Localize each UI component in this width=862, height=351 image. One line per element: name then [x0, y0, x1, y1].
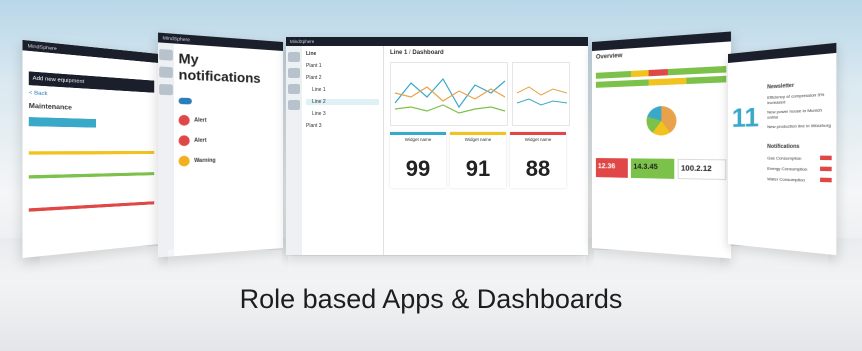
status-bar-red: [28, 201, 155, 212]
line-chart-widget: [390, 62, 508, 126]
kpi-tile[interactable]: 100.2.12: [677, 158, 727, 181]
screen-newsletter: 11 Newsletter Efficiency of compression …: [728, 42, 837, 256]
tree-icon[interactable]: [288, 68, 300, 78]
side-nav: [286, 46, 302, 255]
app-name: MindSphere: [290, 39, 315, 44]
tree-item[interactable]: Line: [306, 51, 379, 57]
kpi-value: 12.36: [597, 163, 616, 171]
apps-icon[interactable]: [159, 66, 173, 78]
tree-item[interactable]: Plant 1: [306, 63, 379, 69]
kpi-widget[interactable]: Widget name 88: [510, 132, 566, 188]
dashboard-main: Line 1 / Dashboard Widget name 99 Widget…: [384, 46, 588, 255]
side-nav: [158, 42, 175, 258]
status-bar-green: [28, 172, 155, 179]
app-name: MindSphere: [27, 42, 57, 52]
kpi-widget[interactable]: Widget name 99: [390, 132, 446, 188]
add-equipment-button[interactable]: Add new equipment: [28, 71, 155, 93]
settings-icon[interactable]: [159, 83, 173, 96]
news-item[interactable]: Efficiency of compression 5% increased: [767, 91, 832, 106]
settings-icon[interactable]: [288, 100, 300, 110]
notif-label: Water Consumption: [767, 176, 805, 183]
newsletter-title: Newsletter: [767, 82, 795, 91]
news-item[interactable]: New power house in Munich online: [767, 107, 832, 120]
screen-notifications: MindSphere My notifications Alert Alert: [158, 32, 283, 258]
screen-reflection: [168, 250, 282, 274]
notif-item[interactable]: Gas Consumption: [767, 155, 832, 161]
kpi-value: 100.2.12: [681, 165, 712, 174]
tree-item[interactable]: Line 2: [306, 99, 379, 105]
screen-reflection: [40, 246, 158, 274]
chart-series-2: [394, 86, 506, 102]
widget-title: Widget name: [404, 137, 432, 142]
alert-icon: [178, 114, 190, 126]
kpi-value: 99: [405, 156, 431, 181]
asset-tree: Line Plant 1 Plant 2 Line 1 Line 2 Line …: [302, 46, 384, 255]
screen-reflection: [594, 250, 720, 274]
kpi-value: 88: [525, 156, 551, 181]
chart-icon[interactable]: [288, 84, 300, 94]
app-bar: MindSphere: [286, 37, 588, 46]
notification-item[interactable]: Alert: [178, 135, 280, 147]
kpi-tile[interactable]: 14.3.45: [631, 158, 675, 179]
widget-title: Widget name: [464, 137, 492, 142]
mini-series-2: [516, 98, 568, 106]
kpi-value: 91: [465, 156, 491, 181]
chart-series-1: [394, 77, 506, 109]
notif-badge: [820, 155, 832, 161]
screen-reflection: [730, 246, 828, 274]
page-title: My notifications: [178, 50, 261, 87]
add-equipment-label: Add new equipment: [32, 75, 85, 86]
notification-type: Alert: [194, 117, 207, 124]
section-title: Maintenance: [28, 103, 72, 112]
notif-item[interactable]: Energy Consumption: [767, 166, 832, 173]
tree-item[interactable]: Line 3: [306, 111, 379, 117]
notif-badge: [820, 166, 832, 172]
status-bar-yellow: [28, 151, 155, 155]
notification-type: Alert: [194, 137, 207, 144]
widget-title: Widget name: [524, 137, 552, 142]
notification-list: Alert Alert Warning: [178, 114, 280, 167]
chart-series-3: [394, 104, 506, 114]
kpi-widget[interactable]: Widget name 91: [450, 132, 506, 188]
notification-item[interactable]: Warning: [178, 155, 280, 167]
big-counter: 11: [731, 101, 759, 133]
notification-type: Warning: [194, 157, 216, 165]
notifications-title: Notifications: [767, 143, 800, 151]
kpi-value: 14.3.45: [633, 163, 658, 172]
pie-chart: [646, 105, 677, 136]
news-item[interactable]: New production line in Würzburg: [767, 122, 832, 129]
mini-chart-widget: [512, 62, 570, 126]
screen-overview: Overview 12.36 14.3.45 100.2.12: [592, 31, 731, 259]
notif-badge: [820, 177, 832, 183]
breadcrumb: Dashboard: [412, 50, 444, 56]
screen-maintenance: MindSphere Add new equipment < Back Main…: [22, 39, 159, 259]
notif-item[interactable]: Water Consumption: [767, 176, 832, 183]
page-title: Overview: [595, 52, 623, 61]
home-icon[interactable]: [159, 49, 173, 61]
kpi-tile[interactable]: 12.36: [595, 158, 629, 178]
notif-label: Energy Consumption: [767, 165, 808, 172]
warning-icon: [178, 155, 190, 167]
line-selector[interactable]: Line 1: [390, 50, 407, 56]
notif-label: Gas Consumption: [767, 155, 802, 161]
caption: Role based Apps & Dashboards: [239, 284, 623, 314]
tree-item[interactable]: Plant 3: [306, 123, 379, 129]
mini-series-1: [516, 86, 568, 96]
filter-button[interactable]: [28, 117, 97, 128]
screen-reflection: [288, 256, 586, 278]
tree-item[interactable]: Line 1: [306, 87, 379, 93]
tree-item[interactable]: Plant 2: [306, 75, 379, 81]
app-name: MindSphere: [162, 35, 190, 43]
toggle-switch[interactable]: [178, 97, 192, 105]
alert-icon: [178, 135, 190, 147]
screen-dashboard: MindSphere Line Plant 1 Plant 2 Line 1 L…: [286, 37, 588, 255]
notification-item[interactable]: Alert: [178, 114, 280, 127]
home-icon[interactable]: [288, 52, 300, 62]
